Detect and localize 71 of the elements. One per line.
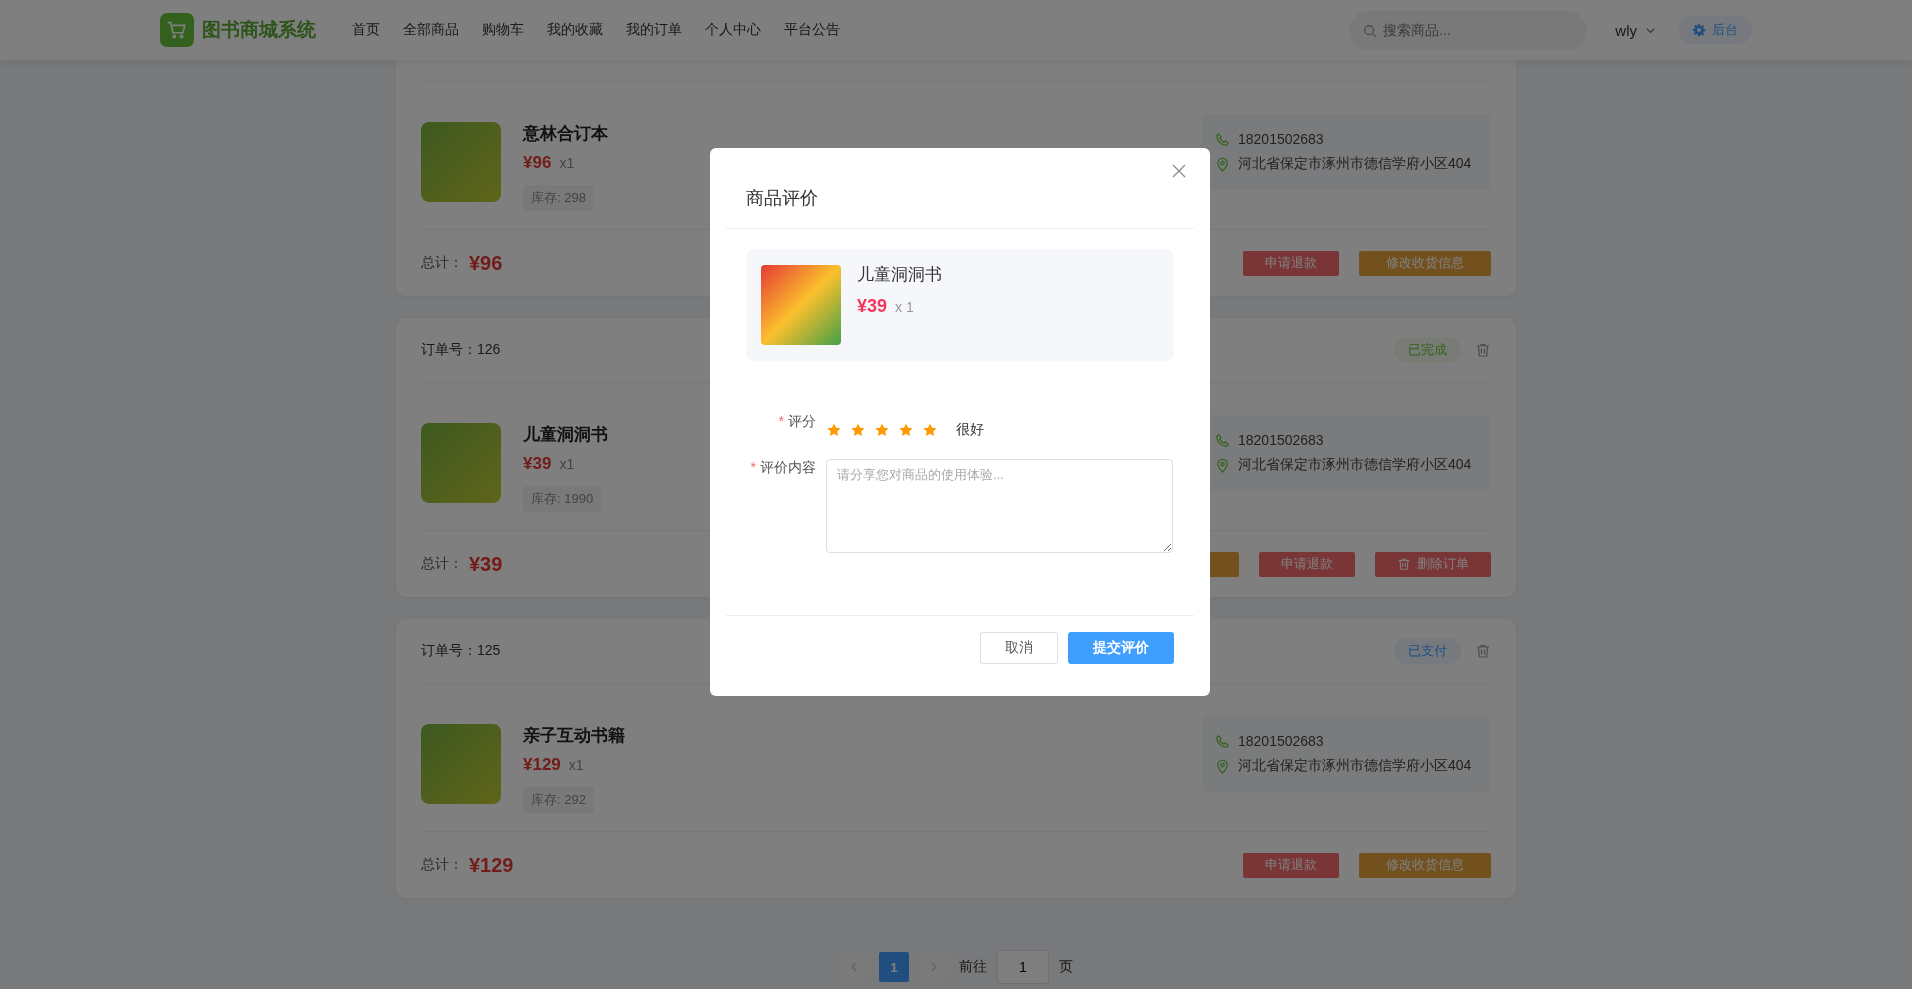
chevron-right-icon [929,962,939,972]
product-quantity: x 1 [895,299,914,315]
review-text-area[interactable]: 请分享您对商品的使用体验... [826,459,1173,553]
product-quantity: x1 [568,757,584,773]
star-icon[interactable] [826,422,842,438]
refund-button[interactable]: 申请退款 [1243,250,1339,276]
phone-icon [1215,432,1230,448]
product-price: ¥129 [523,755,561,774]
cart-icon[interactable] [160,13,194,47]
order-number: 订单号：125 [421,642,501,660]
status-badge: 已完成 [1394,337,1461,363]
total-price: ¥39 [469,552,503,576]
page-input[interactable]: 1 [997,950,1049,984]
phone-number: 18201502683 [1238,432,1324,448]
nav-link[interactable]: 购物车 [482,21,524,39]
nav-link[interactable]: 我的收藏 [547,21,603,39]
product-quantity: x1 [559,155,575,171]
search-icon [1363,23,1378,38]
delete-icon [1475,342,1491,358]
total-label: 总计： [421,254,463,272]
address-text: 河北省保定市涿州市德信学府小区404 [1238,155,1472,173]
star-icon[interactable] [850,422,866,438]
gear-icon [1692,23,1706,37]
product-price: ¥39 [857,296,888,316]
address-text: 河北省保定市涿州市德信学府小区404 [1238,757,1472,775]
nav-link[interactable]: 首页 [352,21,380,39]
total-label: 总计： [421,856,463,874]
star-icon[interactable] [874,422,890,438]
product-name[interactable]: 亲子互动书籍 [523,724,625,747]
delete-icon [1475,643,1491,659]
cancel-button[interactable]: 取消 [980,632,1058,664]
order-number: 订单号：126 [421,341,501,359]
close-icon[interactable] [1172,164,1186,178]
phone-number: 18201502683 [1238,733,1324,749]
product-quantity: x1 [559,456,575,472]
phone-icon [1215,131,1230,147]
phone-icon [1215,733,1230,749]
total-price: ¥129 [469,853,514,877]
status-badge: 已支付 [1394,638,1461,664]
refund-button[interactable]: 申请退款 [1243,852,1339,878]
refund-button[interactable]: 申请退款 [1259,551,1355,577]
product-price: ¥39 [523,454,552,473]
address-text: 河北省保定市涿州市德信学府小区404 [1238,456,1472,474]
nav-link[interactable]: 全部商品 [403,21,459,39]
nav-link[interactable]: 个人中心 [705,21,761,39]
total-price: ¥96 [469,251,503,275]
product-price: ¥96 [523,153,552,172]
chevron-left-icon [849,962,859,972]
nav-link[interactable]: 平台公告 [784,21,840,39]
total-label: 总计： [421,555,463,573]
goto-label: 前往 [959,958,987,976]
phone-number: 18201502683 [1238,131,1324,147]
search-field[interactable]: 搜索商品... [1349,10,1588,50]
star-icon[interactable] [898,422,914,438]
product-name: 儿童洞洞书 [857,264,942,286]
location-pin-icon [1215,758,1230,774]
submit-button[interactable]: 提交评价 [1068,632,1174,664]
star-icon[interactable] [922,422,938,438]
content-label: * 评价内容 [749,459,816,477]
dialog-title: 商品评价 [746,187,818,210]
product-name[interactable]: 意林合订本 [523,122,608,145]
rating-text: 很好 [956,421,984,439]
trash-icon [1397,557,1411,571]
location-pin-icon [1215,457,1230,473]
nav-link[interactable]: 我的订单 [626,21,682,39]
rating-label: * 评分 [777,413,816,431]
location-pin-icon [1215,156,1230,172]
page-suffix: 页 [1059,958,1073,976]
product-name[interactable]: 儿童洞洞书 [523,423,608,446]
user-name[interactable]: wly [1615,21,1637,39]
delete-order-button[interactable]: 删除订单 [1375,551,1491,577]
